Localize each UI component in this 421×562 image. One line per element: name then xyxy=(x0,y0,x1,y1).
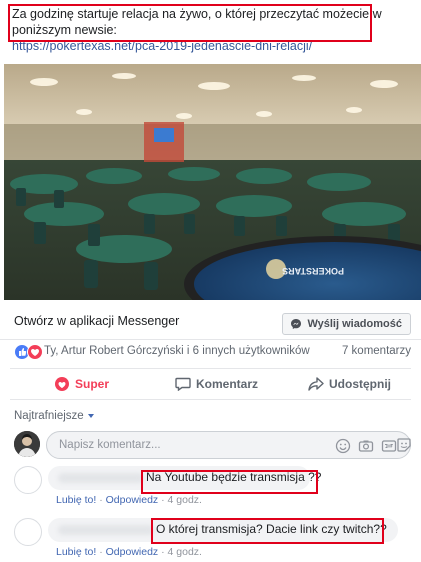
blurred-author-name xyxy=(58,525,154,535)
camera-icon[interactable] xyxy=(358,438,374,454)
highlight-box-comment-2 xyxy=(151,518,384,544)
comment-button[interactable]: Komentarz xyxy=(175,369,265,399)
comment-time[interactable]: 4 godz. xyxy=(168,546,202,558)
heart-icon xyxy=(55,377,69,391)
comment-icon xyxy=(175,377,191,391)
comment-reply-link[interactable]: Odpowiedz xyxy=(106,494,159,506)
comment-time[interactable]: 4 godz. xyxy=(168,494,202,506)
emoji-icon[interactable] xyxy=(335,438,351,454)
messenger-bar: Otwórz w aplikacji Messenger Wyślij wiad… xyxy=(0,300,421,340)
super-label: Super xyxy=(75,377,110,391)
comment-composer: Napisz komentarz... xyxy=(14,430,411,460)
reactions-summary[interactable]: Ty, Artur Robert Górczyński i 6 innych u… xyxy=(44,345,310,357)
comment-meta: Lubię to! · Odpowiedz · 4 godz. xyxy=(56,546,202,558)
messenger-icon xyxy=(291,319,302,329)
avatar[interactable] xyxy=(14,466,42,494)
reaction-icons[interactable] xyxy=(14,344,44,360)
table-logo-text: POKERSTARS xyxy=(282,266,344,276)
comment-input[interactable]: Napisz komentarz... xyxy=(46,431,411,459)
comment-like-link[interactable]: Lubię to! xyxy=(56,546,96,558)
highlight-box-comment-1 xyxy=(141,470,318,494)
comment-label: Komentarz xyxy=(196,377,259,391)
avatar[interactable] xyxy=(14,518,42,546)
comments-count[interactable]: 7 komentarzy xyxy=(342,345,411,357)
send-message-button[interactable]: Wyślij wiadomość xyxy=(282,313,411,335)
share-label: Udostępnij xyxy=(329,377,391,391)
casino-hall-image: POKERSTARS xyxy=(4,64,421,300)
gif-icon[interactable] xyxy=(381,438,397,454)
highlight-box-post xyxy=(8,4,372,42)
open-in-messenger-link[interactable]: Otwórz w aplikacji Messenger xyxy=(14,314,179,328)
avatar[interactable] xyxy=(14,431,40,457)
comment-reply-link[interactable]: Odpowiedz xyxy=(106,546,159,558)
caret-down-icon xyxy=(87,413,94,418)
comment-meta: Lubię to! · Odpowiedz · 4 godz. xyxy=(56,494,202,506)
reactions-row: Ty, Artur Robert Górczyński i 6 innych u… xyxy=(0,340,421,364)
share-button[interactable]: Udostępnij xyxy=(308,369,398,399)
comment-input-placeholder: Napisz komentarz... xyxy=(59,439,161,451)
blurred-author-name xyxy=(58,473,144,483)
post-photo[interactable]: POKERSTARS xyxy=(4,64,421,300)
super-reaction-button[interactable]: Super xyxy=(54,369,114,399)
sort-label: Najtrafniejsze xyxy=(14,410,84,422)
comments-sort-dropdown[interactable]: Najtrafniejsze xyxy=(14,410,94,422)
post-actions: Super Komentarz Udostępnij xyxy=(10,368,411,400)
share-icon xyxy=(308,377,324,391)
comment-like-link[interactable]: Lubię to! xyxy=(56,494,96,506)
send-message-label: Wyślij wiadomość xyxy=(307,318,402,330)
sticker-icon[interactable] xyxy=(396,437,412,453)
